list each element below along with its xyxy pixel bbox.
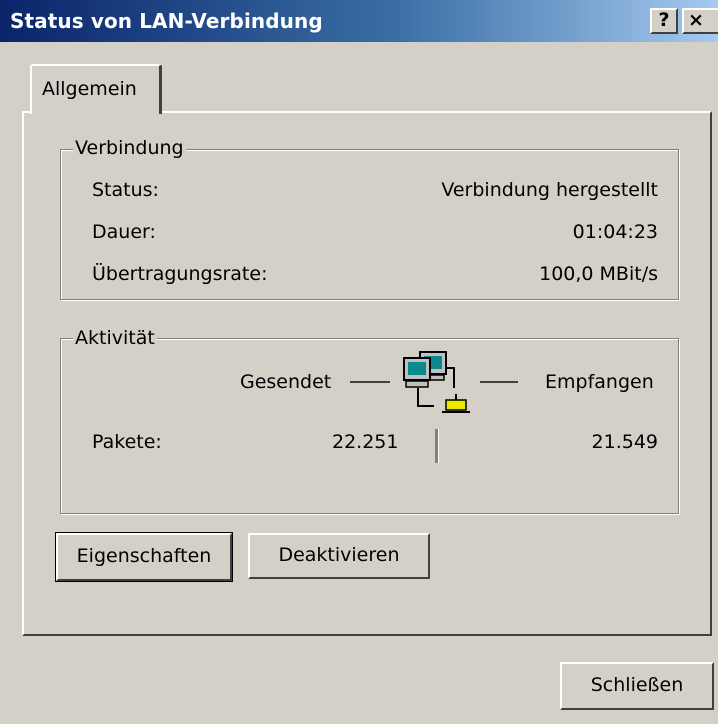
tab-label: Allgemein [42, 78, 137, 100]
received-label: Empfangen [545, 371, 654, 393]
duration-label: Dauer: [92, 221, 156, 243]
activity-group-title: Aktivität [73, 327, 157, 349]
window-title: Status von LAN-Verbindung [10, 9, 323, 33]
network-activity-icon [403, 351, 470, 413]
close-dialog-button[interactable]: Schließen [560, 662, 714, 710]
connection-group-title: Verbindung [73, 137, 186, 159]
packets-label: Pakete: [92, 431, 162, 453]
status-label: Status: [92, 179, 159, 201]
properties-button[interactable]: Eigenschaften [55, 532, 233, 582]
title-bar[interactable]: Status von LAN-Verbindung ? × [0, 0, 718, 42]
packets-received-value: 21.549 [591, 431, 658, 453]
help-button[interactable]: ? [650, 8, 678, 34]
packets-separator [435, 429, 439, 463]
speed-label: Übertragungsrate: [92, 263, 268, 285]
disable-button-label: Deaktivieren [278, 544, 400, 566]
properties-button-label: Eigenschaften [76, 545, 212, 567]
lan-status-dialog: Status von LAN-Verbindung ? × Allgemein … [0, 0, 718, 724]
help-icon: ? [658, 9, 670, 31]
received-line [480, 381, 518, 383]
close-dialog-button-label: Schließen [590, 674, 684, 696]
close-button[interactable]: × [682, 8, 718, 34]
sent-label: Gesendet [240, 371, 332, 393]
tab-allgemein[interactable]: Allgemein [30, 64, 162, 114]
status-value: Verbindung hergestellt [441, 179, 658, 201]
speed-value: 100,0 MBit/s [539, 263, 658, 285]
sent-line [350, 381, 390, 383]
close-icon: × [688, 9, 704, 31]
duration-value: 01:04:23 [572, 221, 658, 243]
packets-sent-value: 22.251 [332, 431, 399, 453]
activity-group [60, 338, 679, 514]
disable-button[interactable]: Deaktivieren [248, 533, 430, 579]
